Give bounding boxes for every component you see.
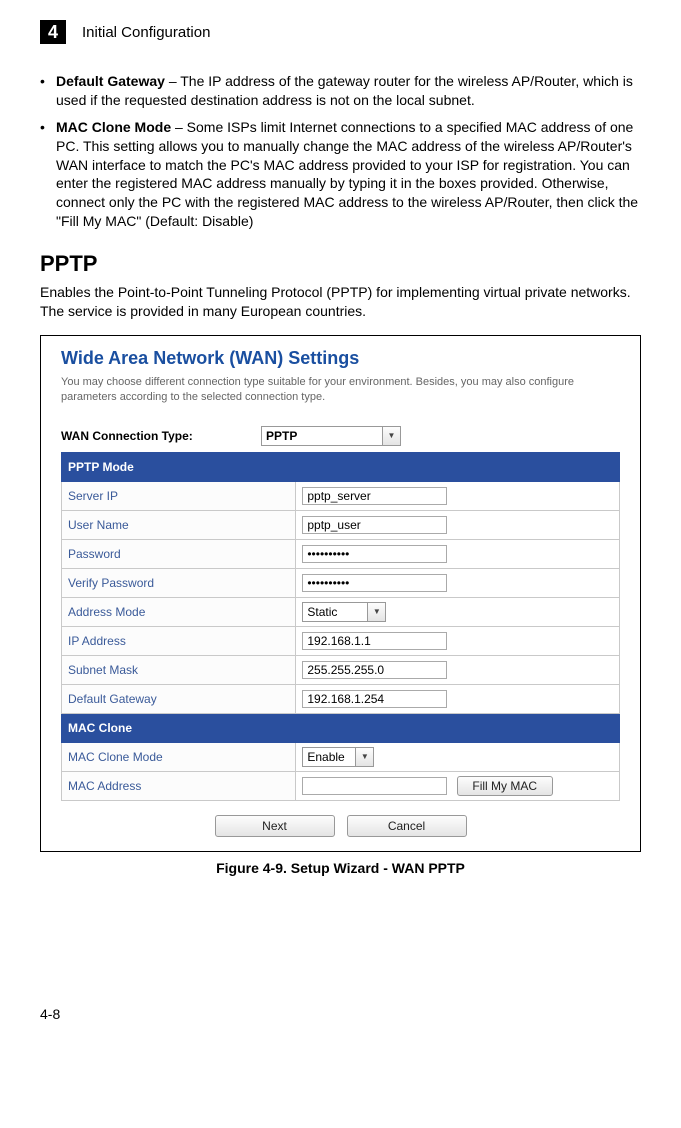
- bullet-text: Default Gateway – The IP address of the …: [56, 72, 641, 110]
- chevron-down-icon: ▼: [355, 748, 373, 766]
- button-row: Next Cancel: [61, 815, 620, 837]
- bullet-dot: •: [40, 118, 56, 231]
- label-server-ip: Server IP: [62, 481, 296, 510]
- section-row-mac-clone: MAC Clone: [62, 713, 620, 742]
- next-button[interactable]: Next: [215, 815, 335, 837]
- section-label: MAC Clone: [62, 713, 620, 742]
- row-mac-clone-mode: MAC Clone Mode Enable ▼: [62, 742, 620, 771]
- bullet-list: • Default Gateway – The IP address of th…: [40, 72, 641, 231]
- label-default-gateway: Default Gateway: [62, 684, 296, 713]
- bullet-item-default-gateway: • Default Gateway – The IP address of th…: [40, 72, 641, 110]
- label-verify-password: Verify Password: [62, 568, 296, 597]
- bullet-label: MAC Clone Mode: [56, 119, 171, 135]
- select-value: PPTP: [266, 429, 297, 443]
- wan-settings-title: Wide Area Network (WAN) Settings: [61, 348, 620, 369]
- wan-connection-type-label: WAN Connection Type:: [61, 429, 261, 443]
- bullet-item-mac-clone: • MAC Clone Mode – Some ISPs limit Inter…: [40, 118, 641, 231]
- chapter-title: Initial Configuration: [82, 24, 210, 41]
- input-server-ip[interactable]: [302, 487, 447, 505]
- label-mac-address: MAC Address: [62, 771, 296, 800]
- cancel-button[interactable]: Cancel: [347, 815, 467, 837]
- page-number: 4-8: [40, 1006, 641, 1022]
- wan-connection-type-select[interactable]: PPTP ▼: [261, 426, 401, 446]
- chapter-number-box: 4: [40, 20, 66, 44]
- settings-table: PPTP Mode Server IP User Name Password V…: [61, 452, 620, 801]
- row-subnet-mask: Subnet Mask: [62, 655, 620, 684]
- row-ip-address: IP Address: [62, 626, 620, 655]
- row-mac-address: MAC Address Fill My MAC: [62, 771, 620, 800]
- bullet-label: Default Gateway: [56, 73, 165, 89]
- row-server-ip: Server IP: [62, 481, 620, 510]
- figure-caption: Figure 4-9. Setup Wizard - WAN PPTP: [40, 860, 641, 876]
- select-address-mode[interactable]: Static ▼: [302, 602, 386, 622]
- section-heading-pptp: PPTP: [40, 251, 641, 277]
- fill-my-mac-button[interactable]: Fill My MAC: [457, 776, 553, 796]
- label-subnet-mask: Subnet Mask: [62, 655, 296, 684]
- row-default-gateway: Default Gateway: [62, 684, 620, 713]
- row-verify-password: Verify Password: [62, 568, 620, 597]
- label-ip-address: IP Address: [62, 626, 296, 655]
- chevron-down-icon: ▼: [367, 603, 385, 621]
- bullet-text: MAC Clone Mode – Some ISPs limit Interne…: [56, 118, 641, 231]
- bullet-body: – Some ISPs limit Internet connections t…: [56, 119, 638, 229]
- input-default-gateway[interactable]: [302, 690, 447, 708]
- select-mac-clone-mode[interactable]: Enable ▼: [302, 747, 374, 767]
- input-subnet-mask[interactable]: [302, 661, 447, 679]
- section-paragraph: Enables the Point-to-Point Tunneling Pro…: [40, 283, 641, 321]
- input-ip-address[interactable]: [302, 632, 447, 650]
- input-user-name[interactable]: [302, 516, 447, 534]
- select-value: Static: [307, 605, 337, 619]
- row-user-name: User Name: [62, 510, 620, 539]
- figure-frame: Wide Area Network (WAN) Settings You may…: [40, 335, 641, 852]
- chevron-down-icon: ▼: [382, 427, 400, 445]
- section-label: PPTP Mode: [62, 452, 620, 481]
- input-mac-address[interactable]: [302, 777, 447, 795]
- label-password: Password: [62, 539, 296, 568]
- row-password: Password: [62, 539, 620, 568]
- input-verify-password[interactable]: [302, 574, 447, 592]
- section-row-pptp-mode: PPTP Mode: [62, 452, 620, 481]
- row-address-mode: Address Mode Static ▼: [62, 597, 620, 626]
- page-header: 4 Initial Configuration: [40, 20, 641, 44]
- label-mac-clone-mode: MAC Clone Mode: [62, 742, 296, 771]
- select-value: Enable: [307, 750, 344, 764]
- wan-settings-description: You may choose different connection type…: [61, 375, 620, 406]
- input-password[interactable]: [302, 545, 447, 563]
- wan-connection-type-row: WAN Connection Type: PPTP ▼: [61, 426, 620, 446]
- label-user-name: User Name: [62, 510, 296, 539]
- label-address-mode: Address Mode: [62, 597, 296, 626]
- bullet-dot: •: [40, 72, 56, 110]
